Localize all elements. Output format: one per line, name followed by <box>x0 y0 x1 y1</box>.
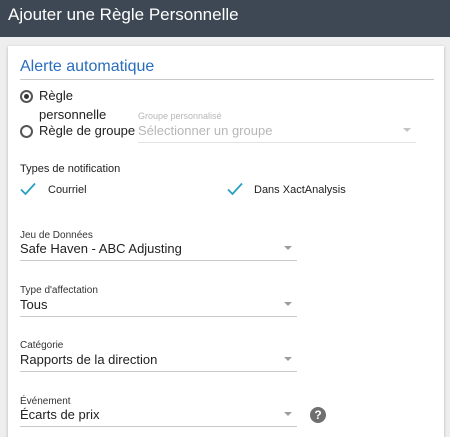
checkmark-icon[interactable] <box>227 182 243 196</box>
alert-card: Alerte automatique Règle personnelle Règ… <box>8 46 444 437</box>
event-select[interactable]: Écarts de prix <box>20 406 297 426</box>
checkmark-icon[interactable] <box>20 182 36 196</box>
radio-personal-rule[interactable] <box>20 90 33 103</box>
notification-types-title: Types de notification <box>20 163 121 175</box>
radio-group-rule-label[interactable]: Règle de groupe <box>39 123 135 138</box>
assignment-type-label: Type d'affectation <box>20 285 98 296</box>
event-underline <box>20 426 297 427</box>
radio-personal-rule-label-line2[interactable]: personnelle <box>39 107 106 122</box>
category-underline <box>20 371 297 372</box>
event-chevron-down-icon <box>284 412 292 416</box>
section-title: Alerte automatique <box>20 58 434 80</box>
dataset-underline <box>20 260 297 261</box>
help-icon[interactable]: ? <box>310 407 326 423</box>
dialog-header: Ajouter une Règle Personnelle <box>0 0 450 37</box>
category-value: Rapports de la direction <box>20 352 158 367</box>
group-select-label: Groupe personnalisé <box>138 111 222 121</box>
assignment-type-select[interactable]: Tous <box>20 296 297 316</box>
checkbox-email-label[interactable]: Courriel <box>48 184 87 196</box>
dataset-select[interactable]: Safe Haven - ABC Adjusting <box>20 240 297 260</box>
category-select[interactable]: Rapports de la direction <box>20 351 297 371</box>
assignment-type-value: Tous <box>20 297 48 312</box>
category-label: Catégorie <box>20 340 64 351</box>
assignment-type-chevron-down-icon <box>284 302 292 306</box>
radio-personal-rule-label-line1[interactable]: Règle <box>39 88 73 103</box>
assignment-type-underline <box>20 316 297 317</box>
dataset-value: Safe Haven - ABC Adjusting <box>20 241 182 256</box>
group-select-chevron-down-icon <box>403 128 411 132</box>
group-select-placeholder: Sélectionner un groupe <box>138 123 273 138</box>
group-select-underline <box>138 142 416 143</box>
event-value: Écarts de prix <box>20 407 100 422</box>
dialog-title: Ajouter une Règle Personnelle <box>8 5 239 24</box>
radio-group-rule[interactable] <box>20 125 33 138</box>
group-select[interactable]: Sélectionner un groupe <box>138 122 416 142</box>
checkbox-xact-label[interactable]: Dans XactAnalysis <box>254 184 346 196</box>
category-chevron-down-icon <box>284 357 292 361</box>
dataset-chevron-down-icon <box>284 246 292 250</box>
